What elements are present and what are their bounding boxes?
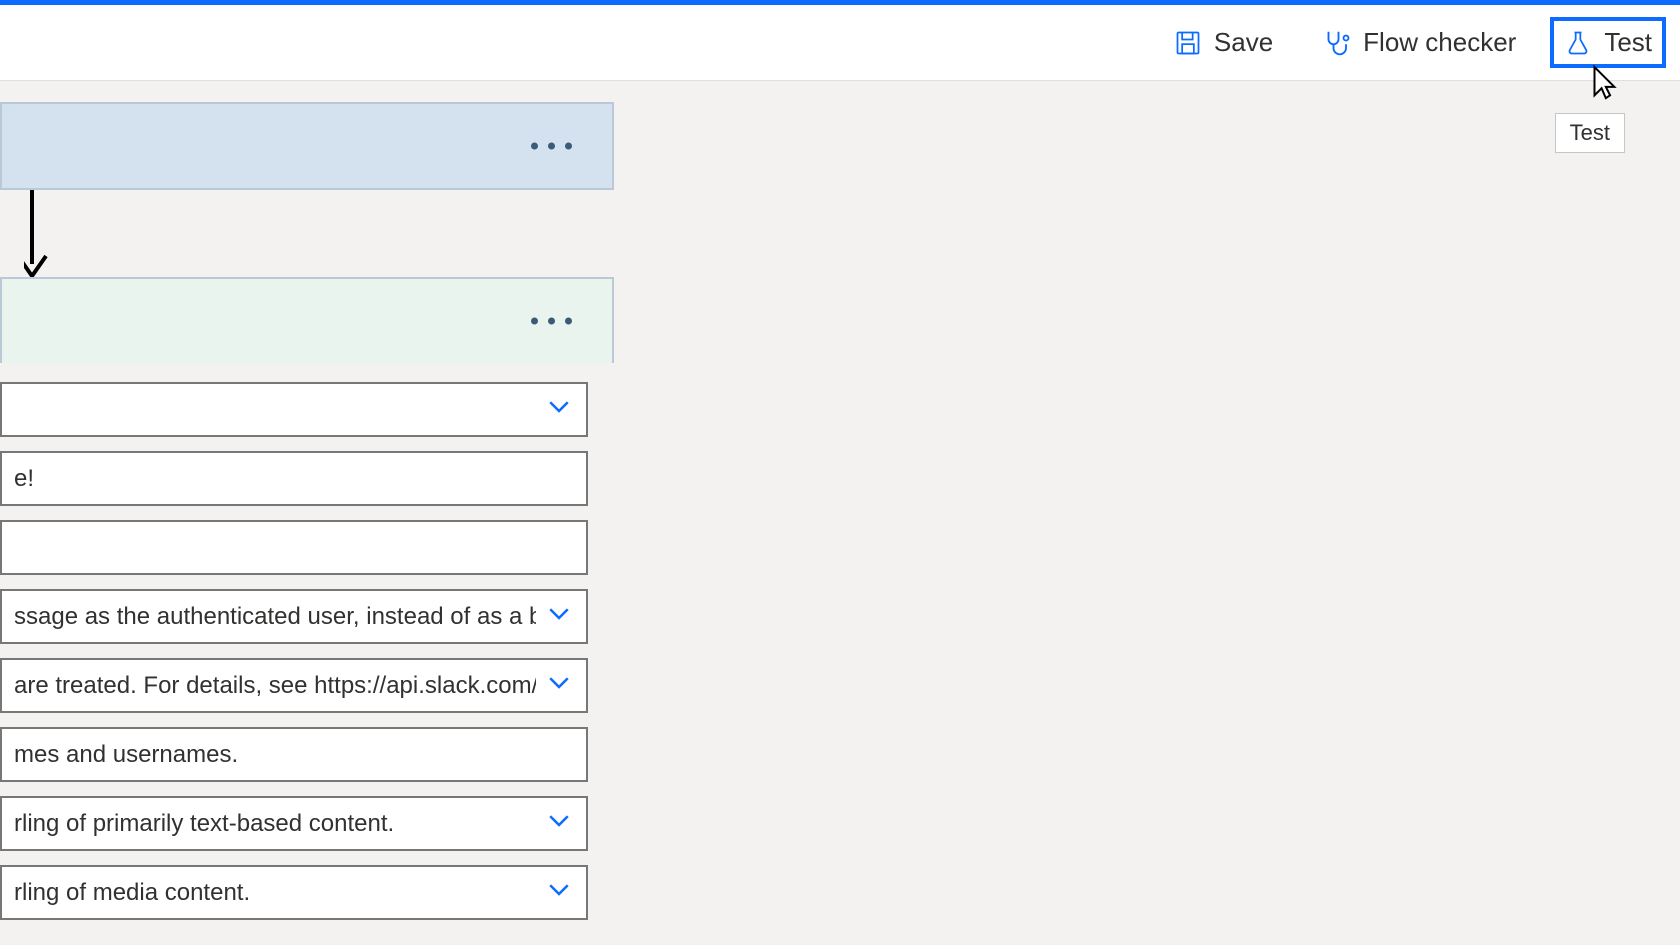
field-value: are treated. For details, see https://ap… — [14, 672, 536, 700]
action-card-header[interactable] — [0, 277, 614, 363]
dot-icon — [548, 143, 555, 150]
field-value: ssage as the authenticated user, instead… — [14, 603, 536, 631]
save-label: Save — [1214, 27, 1273, 58]
card-menu-button[interactable] — [531, 318, 572, 325]
dot-icon — [548, 318, 555, 325]
command-bar: Save Flow checker Test — [0, 5, 1680, 81]
chevron-down-icon — [544, 667, 574, 704]
field-value: mes and usernames. — [14, 741, 238, 769]
dot-icon — [565, 318, 572, 325]
chevron-down-icon — [544, 598, 574, 635]
dot-icon — [531, 318, 538, 325]
field-value: rling of media content. — [14, 879, 250, 907]
bot-name-input[interactable] — [0, 520, 588, 575]
field-value: rling of primarily text-based content. — [14, 810, 394, 838]
save-button[interactable]: Save — [1160, 17, 1287, 68]
field-value: e! — [14, 465, 34, 493]
flow-checker-label: Flow checker — [1363, 27, 1516, 58]
flow-checker-button[interactable]: Flow checker — [1307, 17, 1530, 68]
link-names-input[interactable]: mes and usernames. — [0, 727, 588, 782]
flow-canvas[interactable]: e! ssage as the authenticated user, inst… — [0, 82, 1680, 945]
stethoscope-icon — [1321, 28, 1351, 58]
chevron-down-icon — [544, 874, 574, 911]
card-menu-button[interactable] — [531, 143, 572, 150]
channel-select[interactable] — [0, 382, 588, 437]
test-button[interactable]: Test — [1550, 17, 1666, 68]
dot-icon — [531, 143, 538, 150]
chevron-down-icon — [544, 805, 574, 842]
save-icon — [1174, 29, 1202, 57]
test-label: Test — [1604, 27, 1652, 58]
flask-icon — [1564, 29, 1592, 57]
message-text-input[interactable]: e! — [0, 451, 588, 506]
unfurl-media-select[interactable]: rling of media content. — [0, 865, 588, 920]
dot-icon — [565, 143, 572, 150]
trigger-card[interactable] — [0, 102, 614, 190]
parse-mode-select[interactable]: are treated. For details, see https://ap… — [0, 658, 588, 713]
action-card-form: e! ssage as the authenticated user, inst… — [0, 382, 588, 934]
unfurl-links-select[interactable]: rling of primarily text-based content. — [0, 796, 588, 851]
post-as-user-select[interactable]: ssage as the authenticated user, instead… — [0, 589, 588, 644]
chevron-down-icon — [544, 391, 574, 428]
connector-arrow-icon — [24, 190, 72, 285]
